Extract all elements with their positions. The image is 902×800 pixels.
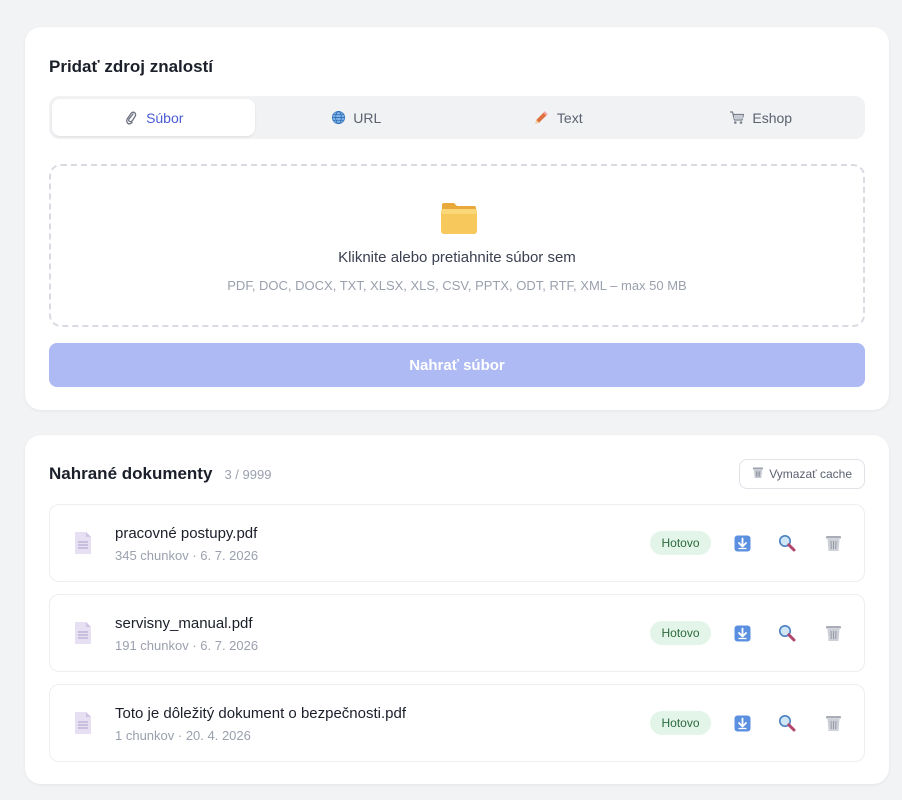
document-row[interactable]: Toto je dôležitý dokument o bezpečnosti.… xyxy=(49,684,865,762)
trash-icon[interactable] xyxy=(823,533,843,553)
file-dropzone[interactable]: Kliknite alebo pretiahnite súbor sem PDF… xyxy=(49,164,865,327)
status-badge: Hotovo xyxy=(650,531,711,555)
document-meta: 1 chunkov · 20. 4. 2026 xyxy=(115,728,251,743)
tab-file-label: Súbor xyxy=(146,109,184,126)
document-row[interactable]: pracovné postupy.pdf 345 chunkov · 6. 7.… xyxy=(49,504,865,582)
tab-url-label: URL xyxy=(353,109,382,126)
clear-cache-button[interactable]: Vymazať cache xyxy=(739,459,865,489)
source-type-tabs: Súbor URL Text Eshop xyxy=(49,96,865,139)
document-name: Toto je dôležitý dokument o bezpečnosti.… xyxy=(115,705,407,722)
add-source-card: Pridať zdroj znalostí Súbor URL Text Esh… xyxy=(25,27,889,410)
tab-eshop[interactable]: Eshop xyxy=(660,99,863,136)
tab-eshop-label: Eshop xyxy=(752,109,793,126)
globe-icon xyxy=(330,110,346,126)
document-icon xyxy=(73,711,93,735)
cart-icon xyxy=(729,110,745,126)
clear-cache-label: Vymazať cache xyxy=(769,467,852,481)
tab-text-label: Text xyxy=(556,109,583,126)
uploaded-documents-card: Nahrané dokumenty 3 / 9999 Vymazať cache xyxy=(25,435,889,784)
documents-title: Nahrané dokumenty xyxy=(49,464,213,483)
document-name: pracovné postupy.pdf xyxy=(115,525,258,542)
download-icon[interactable] xyxy=(732,713,752,733)
download-icon[interactable] xyxy=(732,533,752,553)
document-meta: 345 chunkov · 6. 7. 2026 xyxy=(115,548,259,563)
add-source-title: Pridať zdroj znalostí xyxy=(49,57,213,76)
download-icon[interactable] xyxy=(732,623,752,643)
magnifier-icon[interactable] xyxy=(777,623,797,643)
trash-icon[interactable] xyxy=(823,623,843,643)
document-row[interactable]: servisny_manual.pdf 191 chunkov · 6. 7. … xyxy=(49,594,865,672)
folder-icon xyxy=(440,201,478,235)
documents-header: Nahrané dokumenty 3 / 9999 xyxy=(49,464,271,484)
document-icon xyxy=(73,531,93,555)
tab-file[interactable]: Súbor xyxy=(52,99,255,136)
dropzone-hint: PDF, DOC, DOCX, TXT, XLSX, XLS, CSV, PPT… xyxy=(227,278,687,293)
magnifier-icon[interactable] xyxy=(777,713,797,733)
trash-icon[interactable] xyxy=(823,713,843,733)
upload-file-button[interactable]: Nahrať súbor xyxy=(49,343,865,387)
magnifier-icon[interactable] xyxy=(777,533,797,553)
status-badge: Hotovo xyxy=(650,711,711,735)
tab-text[interactable]: Text xyxy=(457,99,660,136)
document-meta: 191 chunkov · 6. 7. 2026 xyxy=(115,638,259,653)
status-badge: Hotovo xyxy=(650,621,711,645)
trash-icon xyxy=(752,466,764,482)
dropzone-main-text: Kliknite alebo pretiahnite súbor sem xyxy=(338,249,576,266)
document-name: servisny_manual.pdf xyxy=(115,615,253,632)
pencil-icon xyxy=(534,110,550,126)
tab-url[interactable]: URL xyxy=(255,99,458,136)
paperclip-icon xyxy=(123,110,139,126)
documents-count: 3 / 9999 xyxy=(224,467,272,482)
document-icon xyxy=(73,621,93,645)
